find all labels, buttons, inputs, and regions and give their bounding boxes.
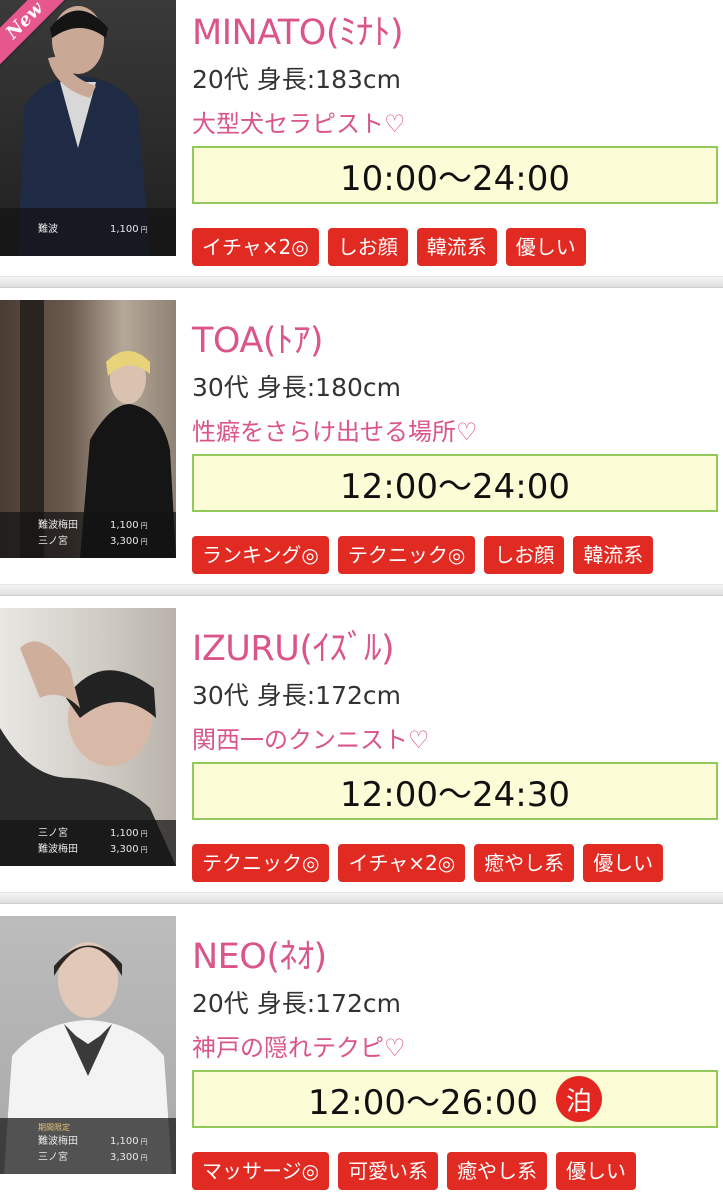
tag: 癒やし系 <box>474 844 575 882</box>
price-box: 難波梅田 1,100 円 三ノ宮 3,300 円 <box>0 512 176 558</box>
tag: 優しい <box>583 844 664 882</box>
price-line: 三ノ宮 3,300 円 <box>38 1150 176 1166</box>
card-divider <box>0 276 723 288</box>
yen-symbol: 円 <box>140 830 148 838</box>
cast-card[interactable]: 期間限定 難波梅田 1,100 円 三ノ宮 3,300 円 NEO(ﾈｵ) 20代 … <box>0 916 723 1198</box>
cast-card[interactable]: New 難波 1,100 円 MINATO(ﾐﾅﾄ) 20代 身長:183cm 大… <box>0 0 723 280</box>
cast-card[interactable]: 三ノ宮 1,100 円 難波梅田 3,300 円 IZURU(ｲｽﾞﾙ) 30代 身… <box>0 608 723 890</box>
price-box: 難波 1,100 円 <box>0 208 176 256</box>
cast-age-height: 30代 身長:172cm <box>192 681 401 710</box>
price-value: 1,100 <box>110 1136 139 1147</box>
price-area: 三ノ宮 <box>38 536 68 547</box>
tag: 韓流系 <box>573 536 654 574</box>
price-area: 三ノ宮 <box>38 1152 68 1163</box>
tag: 癒やし系 <box>447 1152 548 1190</box>
cast-card[interactable]: 難波梅田 1,100 円 三ノ宮 3,300 円 TOA(ﾄｱ) 30代 身長:18… <box>0 300 723 582</box>
price-value: 1,100 <box>110 828 139 839</box>
tag-list: ランキング◎ テクニック◎ しお顔 韓流系 <box>192 536 654 574</box>
cast-hours: 12:00〜24:30 <box>192 762 718 820</box>
price-value: 3,300 <box>110 844 139 855</box>
cast-photo[interactable]: 三ノ宮 1,100 円 難波梅田 3,300 円 <box>0 608 176 866</box>
price-area: 難波梅田 <box>38 520 78 531</box>
tag: 優しい <box>505 228 586 266</box>
tag: しお顔 <box>327 228 408 266</box>
yen-symbol: 円 <box>140 1138 148 1146</box>
price-line: 難波梅田 1,100 円 <box>38 1134 176 1150</box>
cast-age-height: 30代 身長:180cm <box>192 373 401 402</box>
cast-catchphrase: 性癖をさらけ出せる場所♡ <box>192 418 478 446</box>
yen-symbol: 円 <box>140 538 148 546</box>
card-divider <box>0 892 723 904</box>
cast-photo[interactable]: 期間限定 難波梅田 1,100 円 三ノ宮 3,300 円 <box>0 916 176 1174</box>
price-area: 難波梅田 <box>38 1136 78 1147</box>
tag: イチャ×2◎ <box>192 228 319 266</box>
price-box: 三ノ宮 1,100 円 難波梅田 3,300 円 <box>0 820 176 866</box>
card-divider <box>0 584 723 596</box>
tag: テクニック◎ <box>192 844 330 882</box>
overnight-badge: 泊 <box>555 1076 602 1122</box>
cast-age-height: 20代 身長:183cm <box>192 65 401 94</box>
cast-hours: 12:00〜26:00 泊 <box>192 1070 718 1128</box>
price-box: 期間限定 難波梅田 1,100 円 三ノ宮 3,300 円 <box>0 1118 176 1174</box>
price-line: 難波梅田 3,300 円 <box>38 842 176 858</box>
tag-list: イチャ×2◎ しお顔 韓流系 優しい <box>192 228 586 266</box>
yen-symbol: 円 <box>140 1154 148 1162</box>
price-value: 3,300 <box>110 1152 139 1163</box>
cast-catchphrase: 神戸の隠れテクピ♡ <box>192 1034 406 1062</box>
cast-age-height: 20代 身長:172cm <box>192 989 401 1018</box>
cast-name[interactable]: TOA(ﾄｱ) <box>192 312 324 363</box>
hours-text: 12:00〜24:00 <box>340 466 570 507</box>
limited-label: 期間限定 <box>38 1123 70 1132</box>
tag-list: マッサージ◎ 可愛い系 癒やし系 優しい <box>192 1152 637 1190</box>
cast-hours: 10:00〜24:00 <box>192 146 718 204</box>
tag: イチャ×2◎ <box>338 844 466 882</box>
tag: 韓流系 <box>416 228 497 266</box>
cast-photo[interactable]: 難波梅田 1,100 円 三ノ宮 3,300 円 <box>0 300 176 558</box>
tag: マッサージ◎ <box>192 1152 330 1190</box>
cast-photo[interactable]: New 難波 1,100 円 <box>0 0 176 256</box>
tag: しお顔 <box>484 536 565 574</box>
tag: 可愛い系 <box>338 1152 439 1190</box>
tag: ランキング◎ <box>192 536 329 574</box>
yen-symbol: 円 <box>140 522 148 530</box>
cast-name[interactable]: MINATO(ﾐﾅﾄ) <box>192 4 404 55</box>
cast-name[interactable]: IZURU(ｲｽﾞﾙ) <box>192 620 395 671</box>
price-value: 1,100 <box>110 520 139 531</box>
price-area: 難波 <box>38 224 58 235</box>
cast-name[interactable]: NEO(ﾈｵ) <box>192 928 327 979</box>
hours-text: 10:00〜24:00 <box>340 158 570 199</box>
yen-symbol: 円 <box>140 846 148 854</box>
cast-catchphrase: 関西一のクンニスト♡ <box>192 726 430 754</box>
price-value: 3,300 <box>110 536 139 547</box>
price-line: 難波梅田 1,100 円 <box>38 518 176 534</box>
cast-catchphrase: 大型犬セラピスト♡ <box>192 110 406 138</box>
price-area: 三ノ宮 <box>38 828 68 839</box>
hours-text: 12:00〜24:30 <box>340 774 570 815</box>
price-line: 難波 1,100 円 <box>38 222 176 238</box>
price-area: 難波梅田 <box>38 844 78 855</box>
price-line: 三ノ宮 3,300 円 <box>38 534 176 550</box>
tag: テクニック◎ <box>337 536 476 574</box>
yen-symbol: 円 <box>140 226 148 234</box>
hours-text: 12:00〜26:00 <box>308 1082 538 1123</box>
price-line: 三ノ宮 1,100 円 <box>38 826 176 842</box>
tag: 優しい <box>556 1152 637 1190</box>
tag-list: テクニック◎ イチャ×2◎ 癒やし系 優しい <box>192 844 664 882</box>
cast-hours: 12:00〜24:00 <box>192 454 718 512</box>
price-value: 1,100 <box>110 224 139 235</box>
